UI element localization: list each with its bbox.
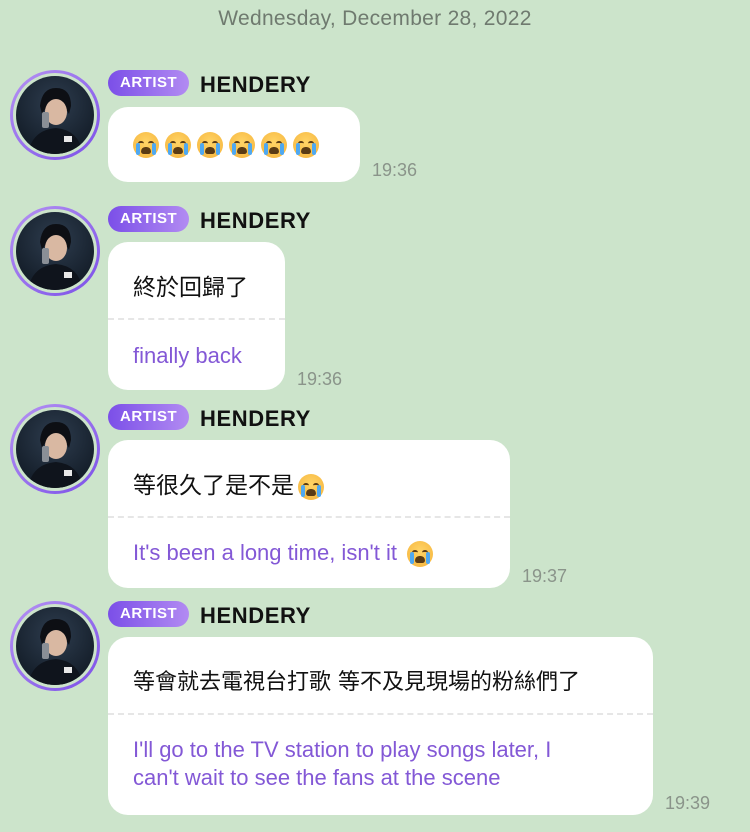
- avatar[interactable]: [10, 601, 100, 691]
- translated-text-line-2: can't wait to see the fans at the scene: [133, 765, 501, 790]
- artist-avatar-photo-icon: [16, 607, 94, 685]
- translation-divider: [108, 713, 653, 715]
- artist-avatar-photo-icon: [16, 212, 94, 290]
- crying-face-icon: [293, 132, 319, 158]
- translated-text: finally back: [133, 343, 242, 368]
- artist-badge: ARTIST: [108, 70, 190, 96]
- crying-face-icon: [406, 541, 433, 568]
- crying-face-icon: [133, 132, 159, 158]
- avatar[interactable]: [10, 206, 100, 296]
- translation-divider: [108, 318, 285, 320]
- crying-face-icon: [298, 473, 324, 500]
- original-text: 等會就去電視台打歌 等不及見現場的粉絲們了: [133, 670, 580, 695]
- message-timestamp: 19:39: [665, 793, 711, 813]
- message-bubble[interactable]: [108, 107, 360, 182]
- crying-face-icon: [165, 132, 191, 158]
- message-timestamp: 19:36: [372, 160, 418, 180]
- artist-avatar-photo-icon: [16, 410, 94, 488]
- message-bubble[interactable]: 終於回歸了 finally back: [108, 242, 285, 390]
- sender-name[interactable]: HENDERY: [200, 72, 311, 98]
- original-text: 等很久了是不是: [133, 466, 324, 500]
- avatar[interactable]: [10, 70, 100, 160]
- message-bubble[interactable]: 等很久了是不是 It's been a long time, isn't it: [108, 440, 510, 588]
- crying-face-icon: [229, 132, 255, 158]
- crying-face-icon: [261, 132, 287, 158]
- translated-text: It's been a long time, isn't it: [133, 539, 433, 568]
- message-timestamp: 19:37: [522, 566, 568, 586]
- message-bubble[interactable]: 等會就去電視台打歌 等不及見現場的粉絲們了 I'll go to the TV …: [108, 637, 653, 815]
- artist-badge: ARTIST: [108, 404, 190, 430]
- date-header: Wednesday, December 28, 2022: [218, 7, 532, 30]
- artist-badge: ARTIST: [108, 601, 190, 627]
- translation-divider: [108, 516, 510, 518]
- original-text: 終於回歸了: [133, 275, 248, 301]
- crying-face-icon: [197, 132, 223, 158]
- sender-name[interactable]: HENDERY: [200, 208, 311, 234]
- artist-badge: ARTIST: [108, 206, 190, 232]
- translated-text-line-1: I'll go to the TV station to play songs …: [133, 737, 552, 762]
- sender-name[interactable]: HENDERY: [200, 603, 311, 629]
- avatar[interactable]: [10, 404, 100, 494]
- artist-avatar-photo-icon: [16, 76, 94, 154]
- sender-name[interactable]: HENDERY: [200, 406, 311, 432]
- message-timestamp: 19:36: [297, 369, 343, 389]
- emoji-row: [133, 132, 325, 158]
